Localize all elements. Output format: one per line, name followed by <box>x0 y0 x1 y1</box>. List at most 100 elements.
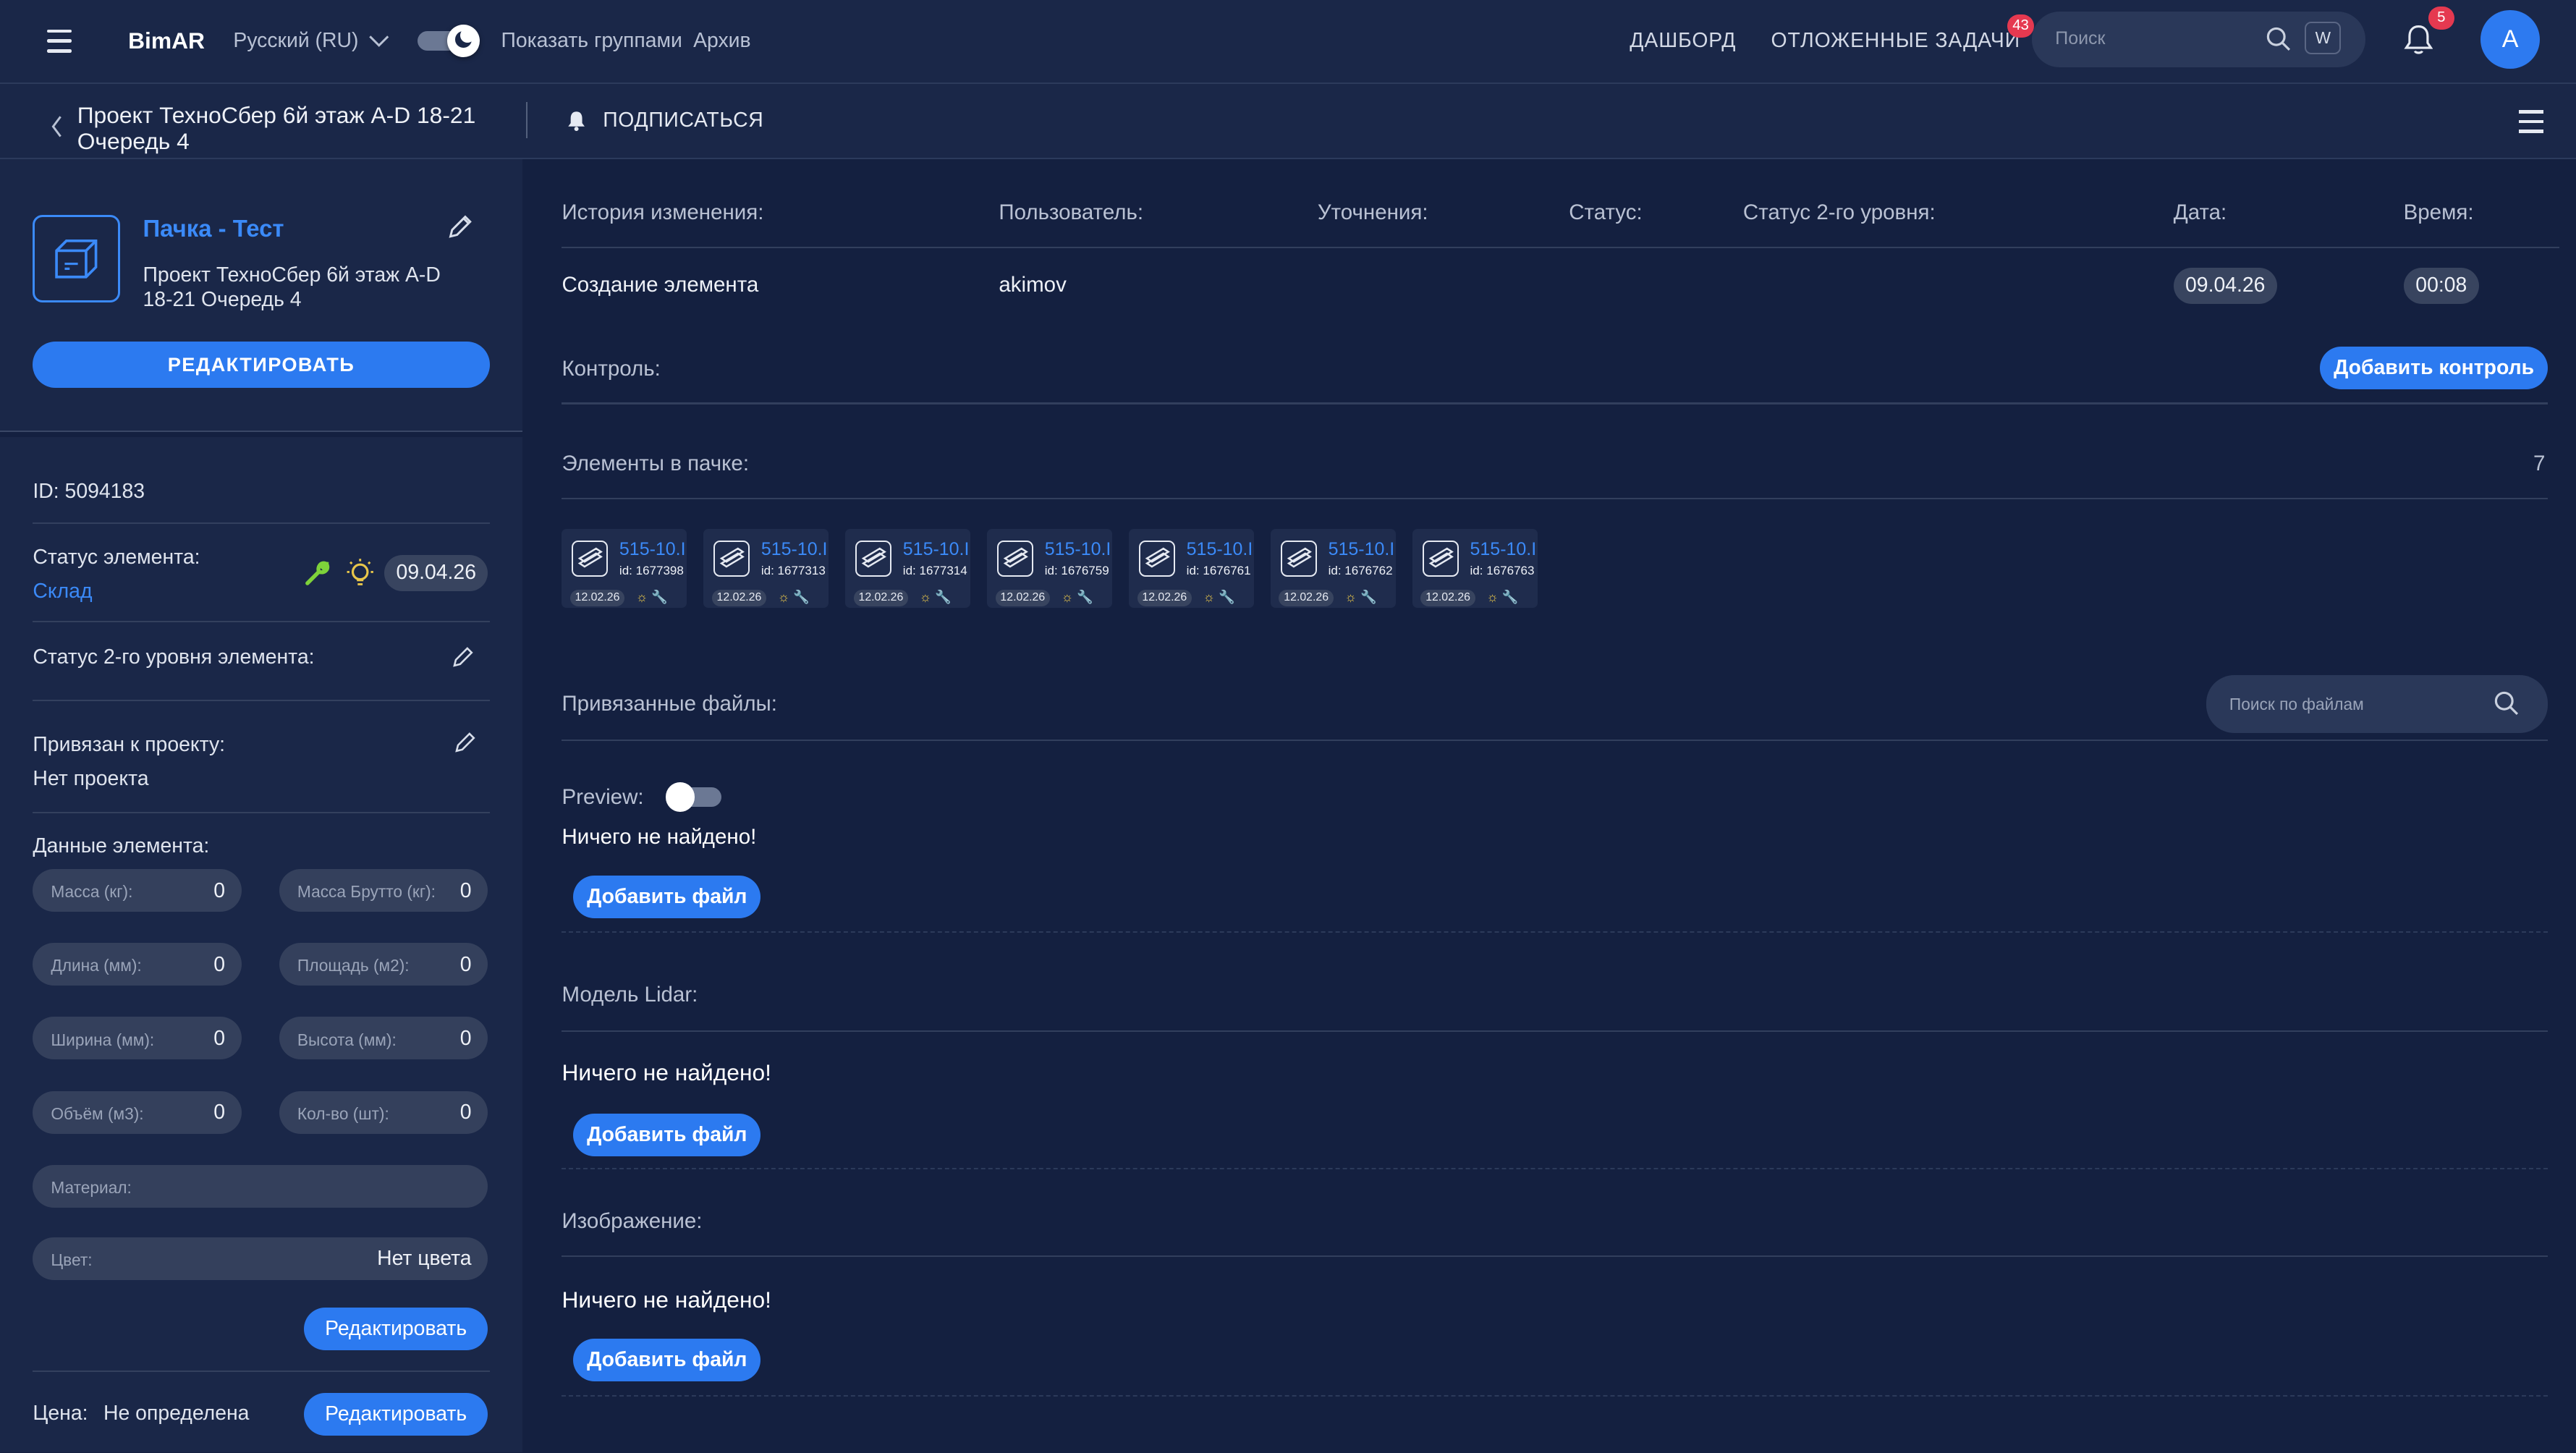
element-icon <box>1138 540 1175 577</box>
element-status-icons: ☼ 🔧 <box>920 590 952 605</box>
add-file-button[interactable]: Добавить файл <box>573 876 761 919</box>
area-field[interactable]: Площадь (м2): 0 <box>279 943 488 986</box>
files-empty-text: Ничего не найдено! <box>562 824 757 849</box>
lightbulb-icon: ☼ <box>1203 590 1216 605</box>
subscribe-button[interactable]: ПОДПИСАТЬСЯ <box>567 109 763 132</box>
lightbulb-icon: ☼ <box>1344 590 1357 605</box>
language-select[interactable]: Русский (RU) <box>233 0 358 82</box>
status2-label: Статус 2-го уровня элемента: <box>33 645 315 669</box>
element-icon <box>1422 540 1459 577</box>
element-card[interactable]: 515-10.I id: 1676762 12.02.26 ☼ 🔧 <box>1271 529 1396 609</box>
element-name: 515-10.I <box>619 538 686 559</box>
pencil-icon[interactable] <box>454 731 477 754</box>
search-icon[interactable] <box>2266 26 2292 52</box>
pencil-icon[interactable] <box>447 213 473 240</box>
image-empty-text: Ничего не найдено! <box>562 1286 771 1313</box>
lidar-empty-text: Ничего не найдено! <box>562 1059 771 1086</box>
edit-price-button[interactable]: Редактировать <box>304 1393 488 1436</box>
mass-field[interactable]: Масса (кг): 0 <box>33 869 242 912</box>
theme-toggle[interactable] <box>417 0 480 82</box>
history-user: akimov <box>999 272 1067 297</box>
column-header-history: История изменения: <box>562 200 764 224</box>
page: BimAR Русский (RU) Показать группами Арх… <box>0 0 2576 1453</box>
element-card[interactable]: 515-10.I id: 1676763 12.02.26 ☼ 🔧 <box>1412 529 1538 609</box>
box-icon <box>33 215 120 302</box>
lightbulb-icon <box>347 558 373 585</box>
item-name[interactable]: Пачка - Тест <box>143 215 284 242</box>
element-name: 515-10.I <box>1328 538 1395 559</box>
gross-mass-field[interactable]: Масса Брутто (кг): 0 <box>279 869 488 912</box>
wrench-icon: 🔧 <box>1501 590 1519 605</box>
deferred-tasks-link[interactable]: ОТЛОЖЕННЫЕ ЗАДАЧИ <box>1771 0 2020 82</box>
width-field[interactable]: Ширина (мм): 0 <box>33 1017 242 1060</box>
element-id: id: 1677314 <box>902 563 967 577</box>
color-field[interactable]: Цвет: Нет цвета <box>33 1237 488 1280</box>
element-id: id: 1676763 <box>1470 563 1535 577</box>
element-status-icons: ☼ 🔧 <box>1203 590 1234 605</box>
lightbulb-icon: ☼ <box>777 590 790 605</box>
element-id: id: 1676762 <box>1328 563 1393 577</box>
divider <box>33 1370 490 1372</box>
divider <box>562 402 2549 404</box>
divider <box>562 1168 2549 1171</box>
volume-field[interactable]: Объём (м3): 0 <box>33 1090 242 1134</box>
history-date: 09.04.26 <box>2173 268 2277 304</box>
bell-icon[interactable] <box>2404 23 2433 56</box>
divider <box>562 739 2549 741</box>
file-search-box[interactable]: Поиск по файлам <box>2206 675 2549 733</box>
column-header-date: Дата: <box>2173 200 2227 224</box>
search-input[interactable]: Поиск <box>2055 28 2105 49</box>
bell-icon <box>568 111 585 131</box>
wrench-icon: 🔧 <box>1360 590 1377 605</box>
chevron-down-icon[interactable] <box>368 0 390 82</box>
element-name: 515-10.I <box>1186 538 1253 559</box>
wrench-icon: 🔧 <box>1219 590 1235 605</box>
elements-count: 7 <box>2533 452 2546 476</box>
options-menu-icon[interactable] <box>2518 110 2543 133</box>
divider <box>562 1030 2549 1032</box>
notifications-badge: 5 <box>2428 7 2454 30</box>
edit-data-button[interactable]: Редактировать <box>304 1308 488 1351</box>
element-id: id: 1677313 <box>760 563 826 577</box>
file-search-input[interactable]: Поиск по файлам <box>2229 695 2364 714</box>
divider <box>33 522 490 525</box>
edit-item-button[interactable]: РЕДАКТИРОВАТЬ <box>33 342 490 388</box>
image-label: Изображение: <box>562 1209 703 1233</box>
element-name: 515-10.I <box>760 538 828 559</box>
search-icon[interactable] <box>2494 690 2520 716</box>
back-chevron-icon[interactable] <box>51 115 64 138</box>
element-status-icons: ☼ 🔧 <box>636 590 668 605</box>
element-date: 12.02.26 <box>1279 590 1334 606</box>
length-field[interactable]: Длина (мм): 0 <box>33 943 242 986</box>
element-card[interactable]: 515-10.I id: 1677398 12.02.26 ☼ 🔧 <box>562 529 687 609</box>
element-card[interactable]: 515-10.I id: 1677313 12.02.26 ☼ 🔧 <box>703 529 829 609</box>
deferred-tasks-badge: 43 <box>2007 14 2034 38</box>
column-header-time: Время: <box>2403 200 2474 224</box>
height-field[interactable]: Высота (мм): 0 <box>279 1017 488 1060</box>
status-value[interactable]: Склад <box>33 580 92 603</box>
element-date: 12.02.26 <box>711 590 767 606</box>
avatar[interactable]: A <box>2480 9 2541 69</box>
element-card[interactable]: 515-10.I id: 1677314 12.02.26 ☼ 🔧 <box>845 529 970 609</box>
dashboard-link[interactable]: ДАШБОРД <box>1630 0 1736 82</box>
material-field[interactable]: Материал: <box>33 1164 488 1208</box>
hamburger-menu-icon[interactable] <box>43 0 75 82</box>
history-change: Создание элемента <box>562 272 759 297</box>
column-header-details: Уточнения: <box>1317 200 1428 224</box>
column-header-status2: Статус 2-го уровня: <box>1742 200 1936 224</box>
element-card[interactable]: 515-10.I id: 1676759 12.02.26 ☼ 🔧 <box>987 529 1112 609</box>
archive-link[interactable]: Архив <box>693 0 751 82</box>
show-groups-link[interactable]: Показать группами <box>501 0 682 82</box>
add-lidar-file-button[interactable]: Добавить файл <box>573 1114 761 1157</box>
lightbulb-icon: ☼ <box>919 590 932 605</box>
element-name: 515-10.I <box>902 538 970 559</box>
element-card[interactable]: 515-10.I id: 1676761 12.02.26 ☼ 🔧 <box>1129 529 1254 609</box>
pencil-icon[interactable] <box>452 645 475 669</box>
add-control-button[interactable]: Добавить контроль <box>2319 347 2549 390</box>
preview-toggle[interactable] <box>665 781 721 812</box>
app-logo[interactable]: BimAR <box>128 0 205 82</box>
quantity-field[interactable]: Кол-во (шт): 0 <box>279 1090 488 1134</box>
history-time: 00:08 <box>2403 268 2480 304</box>
add-image-file-button[interactable]: Добавить файл <box>573 1339 761 1382</box>
element-icon <box>572 540 609 577</box>
